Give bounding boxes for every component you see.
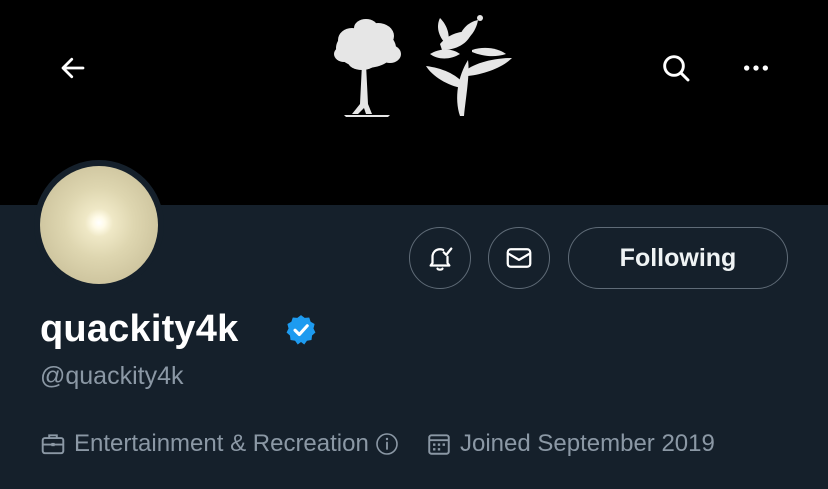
briefcase-icon [41, 434, 65, 455]
more-options-button[interactable] [734, 46, 778, 90]
search-icon [663, 55, 690, 82]
message-button[interactable] [488, 227, 550, 289]
banner-tree-flower-illustration [334, 15, 512, 117]
category-text: Entertainment & Recreation [74, 430, 369, 457]
display-name: quackity4k [40, 308, 239, 350]
username-handle: @quackity4k [40, 362, 184, 390]
following-button[interactable]: Following [568, 227, 788, 289]
avatar[interactable] [40, 166, 158, 284]
search-button[interactable] [654, 46, 698, 90]
envelope-icon [506, 248, 532, 268]
join-date: Joined September 2019 [426, 430, 715, 458]
back-arrow-icon [61, 57, 85, 79]
back-button[interactable] [51, 46, 95, 90]
profile-category: Entertainment & Recreation [40, 430, 399, 458]
verified-badge-icon [286, 315, 316, 345]
bell-check-icon [429, 247, 453, 271]
more-dots-icon [744, 65, 768, 71]
calendar-icon [428, 434, 450, 455]
joined-text: Joined September 2019 [460, 430, 715, 457]
info-icon[interactable] [375, 432, 399, 456]
notifications-button[interactable] [409, 227, 471, 289]
